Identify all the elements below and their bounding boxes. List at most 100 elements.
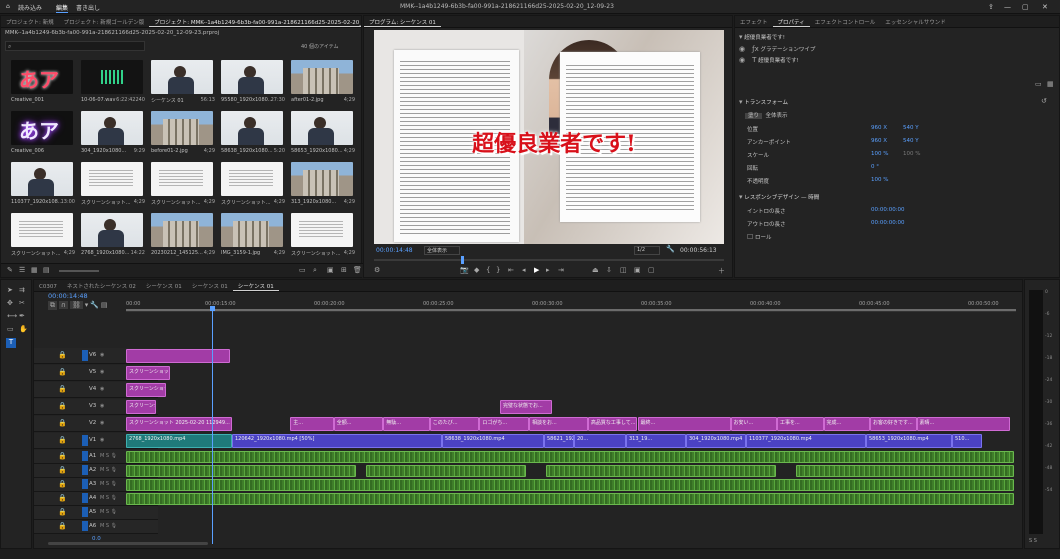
timeline-clip[interactable] [796, 465, 1014, 477]
meter-solo-labels[interactable]: S S [1029, 538, 1037, 544]
checkbox-icon[interactable]: ☐ [747, 233, 753, 241]
trash-icon[interactable]: 🗑 [353, 266, 362, 274]
scale-value[interactable]: 100 % [871, 151, 888, 157]
zoom-slider[interactable] [59, 270, 99, 272]
timeline-clip[interactable]: 2768_1920x1080.mp4 [126, 434, 232, 448]
program-timecode[interactable]: 00:00:14:48 [376, 247, 413, 254]
tab-seq-a[interactable]: シーケンス 01 [141, 280, 187, 291]
safe-margins-icon[interactable]: ▣ [634, 266, 641, 274]
tab-effects[interactable]: エフェクト [735, 16, 773, 27]
timeline-settings-icon[interactable]: 🔧 [90, 301, 99, 309]
title-overlay[interactable]: 超優良業者です! [434, 126, 674, 158]
minimize-icon[interactable]: — [1004, 3, 1011, 11]
lock-icon[interactable]: 🔒 [58, 368, 67, 376]
lock-icon[interactable]: 🔒 [58, 508, 67, 516]
mute-solo-buttons[interactable]: M S 🎙 [100, 495, 117, 501]
media-thumbnail[interactable] [291, 162, 353, 196]
media-thumbnail[interactable] [151, 111, 213, 145]
go-to-in-icon[interactable]: ⇤ [508, 266, 514, 274]
fit-select[interactable]: 全体表示 [424, 246, 460, 255]
media-thumbnail[interactable] [81, 111, 143, 145]
lock-icon[interactable]: 🔒 [58, 351, 67, 359]
track-target-tag[interactable] [82, 493, 88, 503]
media-thumbnail[interactable] [151, 213, 213, 247]
type-tool-icon[interactable]: T [6, 338, 16, 348]
timeline-clip[interactable]: 素晴... [916, 417, 1010, 431]
timeline-clip[interactable]: 58621_1920... [544, 434, 574, 448]
timeline-clip[interactable]: このたび... [429, 417, 480, 431]
pencil-icon[interactable]: ✎ [7, 266, 13, 274]
timeline-clip[interactable]: 120642_1920x1080.mp4 [50%] [232, 434, 442, 448]
opacity-value[interactable]: 100 % [871, 177, 888, 183]
media-thumbnail[interactable] [291, 111, 353, 145]
settings-icon[interactable]: ⚙ [374, 266, 380, 274]
hand-tool-icon[interactable]: ✋ [19, 325, 28, 333]
timeline-clip[interactable]: スクリーンショット 2025-02-20 112859... [126, 400, 156, 414]
lock-icon[interactable]: 🔒 [58, 480, 67, 488]
timeline-clip[interactable]: 58638_1920x1080.mp4 [442, 434, 544, 448]
timeline-clip[interactable] [546, 465, 776, 477]
timeline-clip[interactable]: お客の好きです... [870, 417, 917, 431]
list-view-icon[interactable]: ☰ [19, 266, 25, 274]
step-forward-icon[interactable]: ▸ [546, 266, 550, 274]
tab-essential-sound[interactable]: エッセンシャルサウンド [880, 16, 951, 27]
tab-project-new[interactable]: プロジェクト: 新規 [1, 16, 59, 27]
lock-icon[interactable]: 🔒 [58, 452, 67, 460]
tab-project-golden[interactable]: プロジェクト: 新規ゴールデン版 [59, 16, 150, 27]
lock-icon[interactable]: 🔒 [58, 402, 67, 410]
new-layer-icon[interactable]: ▦ [1047, 80, 1054, 88]
tab-c0307[interactable]: C0307 [34, 282, 62, 291]
home-icon[interactable]: ⌂ [6, 3, 10, 10]
media-thumbnail[interactable] [151, 60, 213, 94]
mute-solo-buttons[interactable]: M S 🎙 [100, 481, 117, 487]
eye-icon[interactable]: ◉ [100, 437, 104, 443]
go-to-out-icon[interactable]: ⇥ [558, 266, 564, 274]
outro-value[interactable]: 00:00:00:00 [871, 220, 905, 226]
rectangle-tool-icon[interactable]: ▭ [7, 325, 14, 333]
selection-tool-icon[interactable]: ➤ [7, 286, 13, 294]
program-playhead[interactable] [461, 256, 464, 264]
eye-icon[interactable]: ◉ [100, 386, 104, 392]
lock-icon[interactable]: 🔒 [58, 494, 67, 502]
track-target-tag[interactable] [82, 350, 88, 361]
linked-selection-icon[interactable]: ⛓ [69, 301, 83, 309]
project-search-input[interactable]: ⌕ [5, 41, 145, 51]
add-button-icon[interactable]: ＋ [718, 266, 725, 276]
timeline-clip[interactable] [366, 465, 526, 477]
media-thumbnail[interactable] [221, 60, 283, 94]
eye-icon[interactable]: ◉ [100, 403, 104, 409]
extract-icon[interactable]: ⇩ [606, 266, 612, 274]
timeline-clip[interactable]: 510... [952, 434, 982, 448]
media-thumbnail[interactable] [291, 213, 353, 247]
track-target-tag[interactable] [82, 451, 88, 461]
eye-icon[interactable]: ◉ [739, 56, 745, 64]
play-icon[interactable]: ▶ [534, 266, 539, 274]
position-x[interactable]: 960 X [871, 125, 887, 131]
media-thumbnail[interactable] [11, 213, 73, 247]
menu-edit[interactable]: 編集 [56, 3, 69, 13]
lock-icon[interactable]: 🔒 [58, 385, 67, 393]
razor-tool-icon[interactable]: ✂ [19, 299, 25, 307]
position-y[interactable]: 540 Y [903, 125, 919, 131]
lock-icon[interactable]: 🔒 [58, 466, 67, 474]
timeline-clip[interactable]: 無駄... [383, 417, 430, 431]
timeline-zoom-scrollbar[interactable] [48, 542, 208, 545]
snap-icon[interactable]: ∩ [58, 301, 69, 309]
timeline-clip[interactable]: お安い... [730, 417, 777, 431]
program-scrubber[interactable] [374, 256, 724, 264]
timeline-clip[interactable]: スクリーンショット 2025-02-20 112949... [126, 417, 232, 431]
media-thumbnail[interactable] [81, 213, 143, 247]
mute-solo-buttons[interactable]: M S 🎙 [100, 523, 117, 529]
ripple-edit-icon[interactable]: ✥ [7, 299, 13, 307]
media-thumbnail[interactable] [221, 213, 283, 247]
timeline-clip[interactable]: 313_19... [626, 434, 686, 448]
freeform-view-icon[interactable]: ▤ [43, 266, 50, 274]
transform-section-header[interactable]: ▾ トランスフォーム [739, 98, 1055, 108]
media-thumbnail[interactable] [151, 162, 213, 196]
timeline-clip[interactable] [126, 479, 1014, 491]
track-target-tag[interactable] [82, 479, 88, 489]
timeline-timecode[interactable]: 00:00:14:48 [48, 292, 88, 300]
mute-solo-buttons[interactable]: M S 🎙 [100, 453, 117, 459]
work-area-bar[interactable] [126, 309, 1016, 311]
share-icon[interactable]: ⇪ [988, 3, 994, 11]
